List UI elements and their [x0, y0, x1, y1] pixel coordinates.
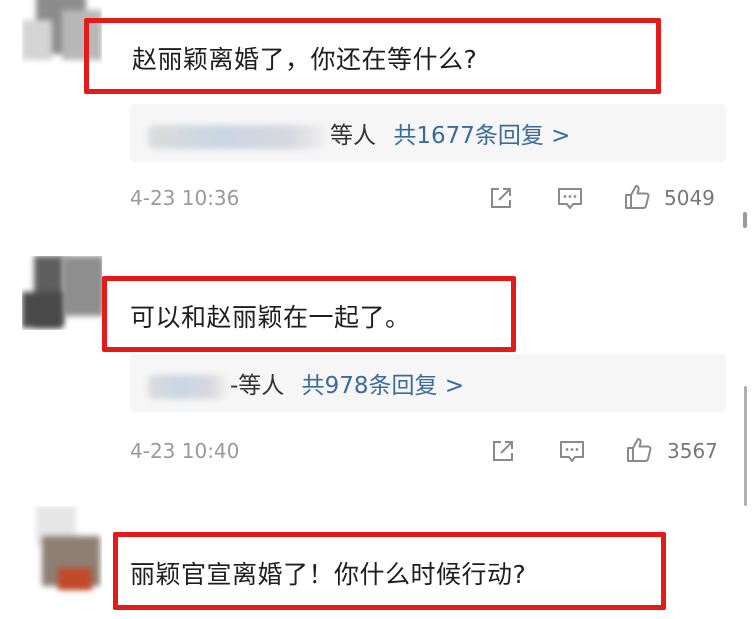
comment-item: 丽颖官宣离婚了！你什么时候行动? — [0, 500, 752, 619]
reply-names: 等人 — [330, 123, 376, 149]
comment-icon[interactable] — [555, 183, 585, 213]
timestamp: 4-23 10:36 — [130, 186, 240, 210]
comment-icon[interactable] — [557, 436, 587, 466]
comment-text: 赵丽颖离婚了，你还在等什么? — [132, 45, 478, 74]
comment-text: 丽颖官宣离婚了！你什么时候行动? — [130, 560, 527, 589]
like-count: 3567 — [667, 439, 718, 463]
reply-names: -等人 — [230, 373, 285, 399]
reply-preview[interactable]: 等人 共1677条回复 > — [130, 104, 726, 162]
scrollbar-segment — [743, 212, 747, 228]
comment-item: 可以和赵丽颖在一起了。 -等人 共978条回复 > 4-23 10:40 356… — [0, 250, 752, 500]
comment-feed: 赵丽颖离婚了，你还在等什么? 等人 共1677条回复 > 4-23 10:36 … — [0, 0, 752, 619]
share-icon[interactable] — [488, 436, 518, 466]
avatar[interactable] — [22, 506, 102, 596]
timestamp: 4-23 10:40 — [130, 439, 240, 463]
share-icon[interactable] — [486, 183, 516, 213]
reply-count-link[interactable]: 共978条回复 > — [302, 373, 464, 399]
like-count: 5049 — [664, 186, 715, 210]
comment-item: 赵丽颖离婚了，你还在等什么? 等人 共1677条回复 > 4-23 10:36 … — [0, 0, 752, 250]
reply-preview[interactable]: -等人 共978条回复 > — [130, 354, 726, 412]
comment-text: 可以和赵丽颖在一起了。 — [130, 303, 411, 332]
reply-count-link[interactable]: 共1677条回复 > — [393, 123, 570, 149]
avatar[interactable] — [22, 256, 102, 330]
scrollbar-segment — [744, 386, 747, 506]
blurred-username — [148, 374, 226, 399]
like-icon[interactable] — [624, 435, 654, 465]
blurred-username — [148, 124, 326, 149]
like-icon[interactable] — [622, 182, 652, 212]
